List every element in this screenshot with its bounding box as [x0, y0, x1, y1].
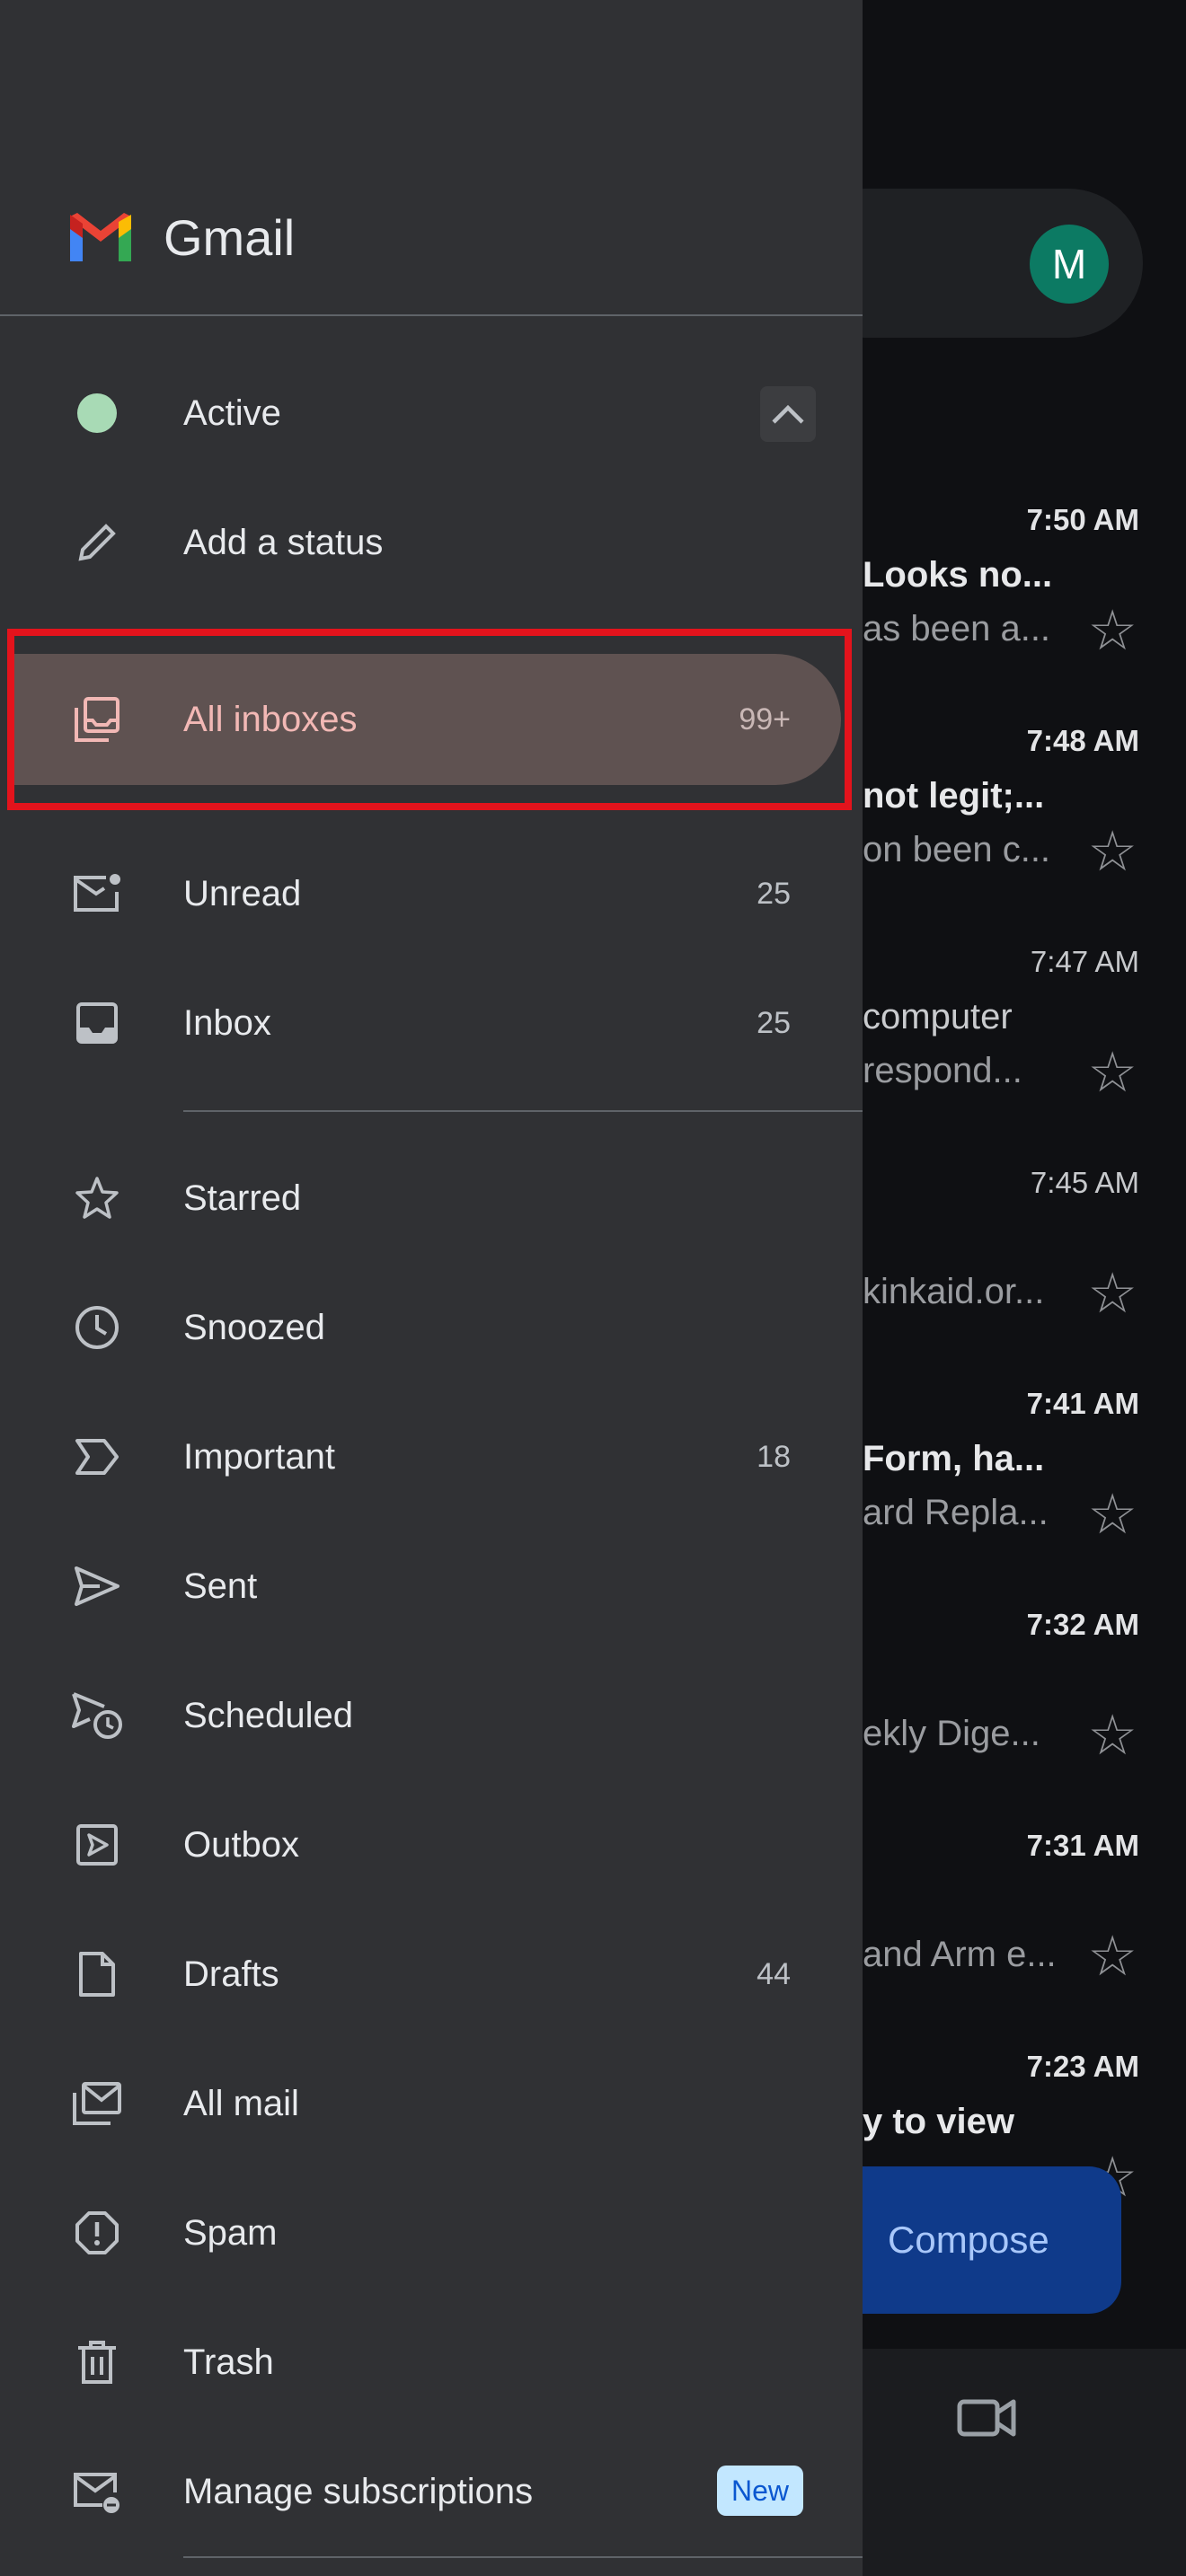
email-snippet: as been a... [863, 609, 1051, 648]
sidebar-item-label: Unread [183, 873, 302, 913]
chevron-up-button[interactable] [760, 386, 816, 442]
navigation-drawer: Gmail Active Add a status All inboxes 99… [0, 0, 863, 2576]
email-row[interactable]: 7:50 AM Looks no... as been a... ☆ [845, 503, 1150, 719]
email-time: 7:48 AM [1026, 724, 1139, 757]
chevron-up-icon [772, 404, 804, 424]
star-icon [70, 1171, 124, 1225]
sidebar-item-label: Sent [183, 1566, 258, 1606]
sidebar-item-inbox[interactable]: Inbox 25 [0, 969, 863, 1077]
star-icon[interactable]: ☆ [1087, 1708, 1137, 1764]
divider [183, 2556, 863, 2558]
email-subject: not legit;... [863, 776, 1045, 816]
email-snippet: on been c... [863, 830, 1051, 869]
email-snippet: ard Repla... [863, 1493, 1049, 1532]
sidebar-item-drafts[interactable]: Drafts 44 [0, 1920, 863, 2028]
compose-label: Compose [888, 2219, 1049, 2261]
spam-icon [70, 2206, 124, 2260]
sidebar-item-spam[interactable]: Spam [0, 2179, 863, 2287]
gmail-header: Gmail [65, 208, 295, 267]
star-icon[interactable]: ☆ [1087, 825, 1137, 880]
sidebar-item-label: Manage subscriptions [183, 2471, 534, 2511]
email-subject: y to view [863, 2102, 1014, 2141]
email-row[interactable]: 7:32 AM ekly Dige... ☆ [845, 1608, 1150, 1823]
email-time: 7:47 AM [1030, 945, 1139, 978]
email-row[interactable]: 7:31 AM and Arm e... ☆ [845, 1829, 1150, 2044]
email-row[interactable]: 7:41 AM Form, ha... ard Repla... ☆ [845, 1387, 1150, 1602]
email-row[interactable]: 7:48 AM not legit;... on been c... ☆ [845, 724, 1150, 940]
sidebar-item-label: Scheduled [183, 1695, 354, 1735]
email-time: 7:31 AM [1026, 1829, 1139, 1862]
manage-subscriptions-icon [70, 2465, 124, 2519]
email-snippet: and Arm e... [863, 1935, 1057, 1974]
avatar[interactable]: M [1030, 225, 1109, 304]
status-label: Active [183, 393, 281, 433]
divider [0, 314, 863, 316]
email-subject: Looks no... [863, 555, 1053, 595]
divider [183, 1110, 863, 1112]
email-row[interactable]: 7:45 AM kinkaid.or... ☆ [845, 1166, 1150, 1381]
draft-icon [70, 1947, 124, 2001]
all-mail-icon [70, 2077, 124, 2130]
new-badge: New [717, 2466, 803, 2516]
email-time: 7:41 AM [1026, 1387, 1139, 1420]
sidebar-item-scheduled[interactable]: Scheduled [0, 1662, 863, 1769]
sidebar-item-sent[interactable]: Sent [0, 1532, 863, 1640]
sidebar-item-label: Spam [183, 2212, 278, 2253]
annotation-highlight-box [7, 629, 852, 810]
star-icon[interactable]: ☆ [1087, 1266, 1137, 1322]
email-snippet: respond... [863, 1051, 1022, 1090]
unread-count: 44 [757, 1956, 791, 1991]
sidebar-item-label: Important [183, 1436, 335, 1477]
email-time: 7:32 AM [1026, 1608, 1139, 1641]
video-icon[interactable] [956, 2391, 1019, 2445]
inbox-icon [70, 996, 124, 1050]
sidebar-item-snoozed[interactable]: Snoozed [0, 1274, 863, 1381]
email-snippet: ekly Dige... [863, 1714, 1040, 1753]
sidebar-item-starred[interactable]: Starred [0, 1144, 863, 1252]
sidebar-item-label: Outbox [183, 1824, 299, 1865]
sidebar-item-unread[interactable]: Unread 25 [0, 840, 863, 948]
sidebar-item-trash[interactable]: Trash [0, 2308, 863, 2416]
email-subject: Form, ha... [863, 1439, 1045, 1478]
clock-icon [70, 1301, 124, 1354]
sidebar-item-all-mail[interactable]: All mail [0, 2050, 863, 2157]
sidebar-item-label: Snoozed [183, 1307, 325, 1347]
email-row[interactable]: 7:47 AM computer respond... ☆ [845, 945, 1150, 1160]
scheduled-icon [70, 1689, 124, 1742]
sidebar-item-label: Trash [183, 2342, 274, 2382]
gmail-logo-icon [70, 212, 131, 261]
sidebar-item-outbox[interactable]: Outbox [0, 1791, 863, 1899]
unread-count: 25 [757, 1005, 791, 1040]
status-dot-icon [70, 386, 124, 440]
unread-count: 25 [757, 876, 791, 911]
email-subject: computer [863, 997, 1013, 1037]
status-row[interactable]: Active [0, 359, 863, 467]
sidebar-item-label: Inbox [183, 1002, 271, 1043]
outbox-icon [70, 1818, 124, 1872]
email-time: 7:45 AM [1030, 1166, 1139, 1199]
unread-icon [70, 867, 124, 921]
sidebar-item-important[interactable]: Important 18 [0, 1403, 863, 1511]
add-status-label: Add a status [183, 522, 384, 562]
send-icon [70, 1559, 124, 1613]
email-time: 7:50 AM [1026, 503, 1139, 536]
pencil-icon [70, 516, 124, 569]
sidebar-item-label: Starred [183, 1178, 302, 1218]
unread-count: 18 [757, 1439, 791, 1474]
star-icon[interactable]: ☆ [1087, 1929, 1137, 1985]
star-icon[interactable]: ☆ [1087, 1487, 1137, 1543]
email-time: 7:23 AM [1026, 2050, 1139, 2083]
star-icon[interactable]: ☆ [1087, 1045, 1137, 1101]
sidebar-item-label: Drafts [183, 1954, 279, 1994]
important-icon [70, 1430, 124, 1484]
email-snippet: kinkaid.or... [863, 1272, 1045, 1311]
sidebar-item-label: All mail [183, 2083, 299, 2123]
trash-icon [70, 2335, 124, 2389]
app-title: Gmail [164, 209, 296, 266]
star-icon[interactable]: ☆ [1087, 604, 1137, 659]
add-status-button[interactable]: Add a status [0, 489, 863, 596]
